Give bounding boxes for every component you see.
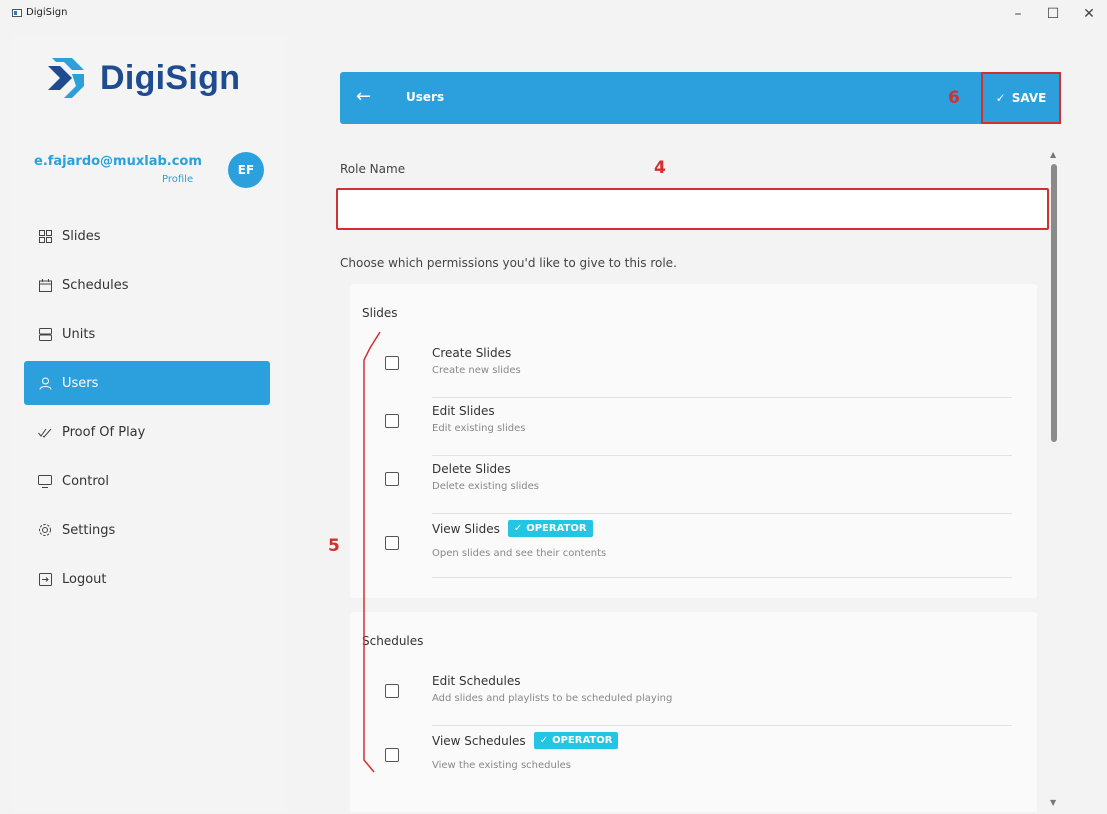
sidebar-item-label: Control [62,473,109,489]
check-icon: ✓ [513,523,523,534]
sidebar: DigiSign e.fajardo@muxlab.com Profile EF… [12,36,286,812]
permission-desc: Create new slides [432,365,521,376]
sidebar-item-label: Proof Of Play [62,424,146,440]
window-titlebar: DigiSign – ☐ ✕ [0,0,1107,30]
permission-title-text: Edit Schedules [432,674,521,688]
profile-link[interactable]: Profile [162,174,193,185]
sidebar-item-label: Users [62,375,99,391]
sidebar-item-label: Slides [62,228,101,244]
operator-badge: ✓ OPERATOR [533,732,619,749]
permission-title: Delete Slides [432,462,511,476]
permission-desc: Edit existing slides [432,423,526,434]
minimize-button[interactable]: – [1003,4,1033,24]
check-icon: ✓ [995,91,1006,105]
permission-title-text: View Slides [432,521,500,536]
permission-view-slides: View Slides ✓ OPERATOR Open slides and se… [385,514,1015,578]
view-slides-checkbox[interactable] [385,536,399,550]
role-name-input[interactable] [336,188,1049,230]
monitor-icon [38,474,52,488]
check-icon: ✓ [539,735,549,746]
permission-desc: View the existing schedules [432,760,571,771]
sidebar-item-slides[interactable]: Slides [24,214,270,258]
permission-title-text: Delete Slides [432,462,511,476]
permission-title: View Slides ✓ OPERATOR [432,520,593,537]
permissions-scroll-area[interactable]: Slides Create Slides Create new slides E… [340,284,1040,812]
sidebar-item-users[interactable]: Users [24,361,270,405]
sidebar-item-label: Logout [62,571,107,587]
permission-title: View Schedules ✓ OPERATOR [432,732,619,749]
permission-desc: Add slides and playlists to be scheduled… [432,693,673,704]
permissions-card-slides: Slides Create Slides Create new slides E… [350,284,1037,598]
edit-schedules-checkbox[interactable] [385,684,399,698]
permission-delete-slides: Delete Slides Delete existing slides [385,456,1015,514]
save-label: SAVE [1011,91,1047,105]
create-slides-checkbox[interactable] [385,356,399,370]
badge-label: OPERATOR [526,523,587,534]
permissions-card-schedules: Schedules Edit Schedules Add slides and … [350,612,1037,812]
role-name-label: Role Name [340,162,406,176]
scrollbar-thumb[interactable] [1051,164,1057,442]
app-icon [12,9,22,17]
annotation-6: 6 [948,88,960,108]
permission-view-schedules: View Schedules ✓ OPERATOR View the existi… [385,726,1015,790]
divider [432,577,1012,578]
back-arrow-icon[interactable]: ← [356,86,378,108]
permission-title: Create Slides [432,346,511,360]
sidebar-item-units[interactable]: Units [24,312,270,356]
double-check-icon [38,425,52,439]
app-logo: DigiSign [42,54,240,102]
permission-desc: Delete existing slides [432,481,539,492]
view-schedules-checkbox[interactable] [385,748,399,762]
permission-title: Edit Slides [432,404,495,418]
permission-desc: Open slides and see their contents [432,548,607,559]
permission-edit-slides: Edit Slides Edit existing slides [385,398,1015,456]
gear-icon [38,523,52,537]
annotation-bracket [363,331,381,773]
avatar[interactable]: EF [228,152,264,188]
edit-slides-checkbox[interactable] [385,414,399,428]
sidebar-item-settings[interactable]: Settings [24,508,270,552]
user-icon [38,376,52,390]
sidebar-item-proof-of-play[interactable]: Proof Of Play [24,410,270,454]
page-title: Users [406,90,445,104]
close-button[interactable]: ✕ [1074,4,1104,24]
logout-icon [38,572,52,586]
permission-title: Edit Schedules [432,674,520,688]
sidebar-item-label: Settings [62,522,116,538]
operator-badge: ✓ OPERATOR [507,520,593,537]
profile-email: e.fajardo@muxlab.com [34,154,202,169]
profile-section: e.fajardo@muxlab.com Profile EF [12,146,272,190]
sidebar-item-logout[interactable]: Logout [24,557,270,601]
digisign-logo-icon [48,58,84,98]
save-button[interactable]: ✓ SAVE [981,72,1061,124]
sidebar-item-control[interactable]: Control [24,459,270,503]
permission-title-text: View Schedules [432,733,526,748]
sidebar-item-label: Units [62,326,96,342]
sidebar-item-schedules[interactable]: Schedules [24,263,270,307]
scroll-down-arrow-icon[interactable]: ▼ [1050,798,1056,807]
main-content: ← Users ✓ SAVE 6 4 5 Role Name Choose wh… [286,36,1107,812]
server-icon [38,327,52,341]
permission-title-text: Create Slides [432,346,512,360]
grid-icon [38,229,52,243]
window-title: DigiSign [26,7,68,18]
delete-slides-checkbox[interactable] [385,472,399,486]
badge-label: OPERATOR [552,735,613,746]
permissions-hint: Choose which permissions you'd like to g… [340,256,677,270]
sidebar-nav: Slides Schedules Units Users Proof Of Pl… [24,214,270,606]
permission-title-text: Edit Slides [432,404,495,418]
sidebar-item-label: Schedules [62,277,129,293]
permission-create-slides: Create Slides Create new slides [385,340,1015,398]
scroll-up-arrow-icon[interactable]: ▲ [1050,150,1056,159]
maximize-button[interactable]: ☐ [1038,4,1068,24]
section-title-slides: Slides [362,306,398,320]
vertical-scrollbar[interactable]: ▲ ▼ [1048,150,1060,814]
permission-edit-schedules: Edit Schedules Add slides and playlists … [385,668,1015,726]
annotation-4: 4 [654,158,666,178]
annotation-5: 5 [328,536,340,556]
calendar-icon [38,278,52,292]
app-logo-text: DigiSign [100,58,241,97]
